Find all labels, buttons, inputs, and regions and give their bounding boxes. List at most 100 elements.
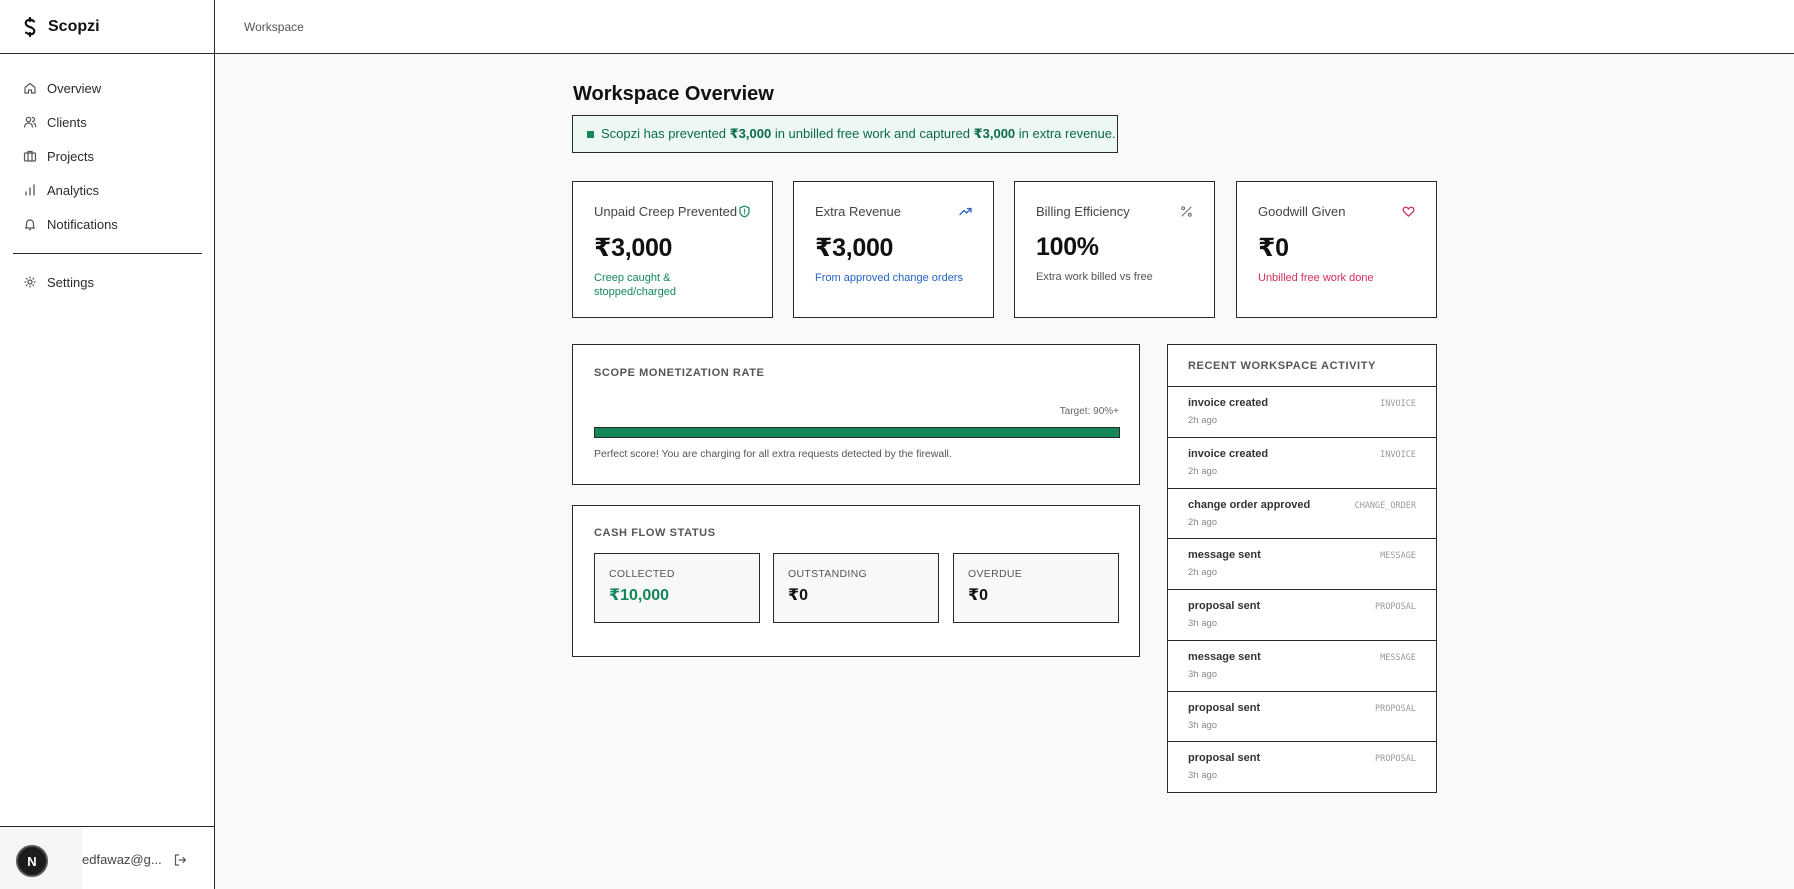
summary-banner: Scopzi has prevented ₹3,000 in unbilled … <box>572 115 1118 153</box>
brand-name: Scopzi <box>48 17 100 35</box>
list-item[interactable]: proposal sent 3h ago PROPOSAL <box>1168 742 1436 793</box>
activity-tag: PROPOSAL <box>1375 703 1416 714</box>
shield-icon <box>738 205 751 218</box>
activity-time: 3h ago <box>1188 770 1218 782</box>
list-item[interactable]: message sent 2h ago MESSAGE <box>1168 539 1436 590</box>
list-item[interactable]: invoice created 2h ago INVOICE <box>1168 387 1436 438</box>
cashflow-outstanding: OUTSTANDING ₹0 <box>773 553 939 623</box>
sidebar-item-label: Clients <box>47 114 87 130</box>
sidebar-item-label: Notifications <box>47 216 118 232</box>
stat-value: ₹3,000 <box>815 234 894 262</box>
sidebar-item-overview[interactable]: Overview <box>0 71 214 105</box>
activity-list: invoice created 2h ago INVOICE invoice c… <box>1168 387 1436 793</box>
logout-icon[interactable] <box>173 853 187 867</box>
rate-note: Perfect score! You are charging for all … <box>594 448 952 460</box>
monetization-progress-bar <box>594 427 1120 438</box>
stat-card-billing-efficiency: Billing Efficiency 100% Extra work bille… <box>1014 181 1215 318</box>
sidebar-nav: Overview Clients Projects Analytics Noti… <box>0 71 214 241</box>
stat-card-goodwill-given: Goodwill Given ₹0 Unbilled free work don… <box>1236 181 1437 318</box>
avatar[interactable]: N <box>16 845 48 877</box>
activity-tag: INVOICE <box>1380 449 1416 460</box>
cashflow-label: OVERDUE <box>968 568 1023 580</box>
activity-time: 2h ago <box>1188 516 1218 528</box>
stat-subtitle: Creep caught & stopped/charged <box>594 272 676 298</box>
stat-title: Goodwill Given <box>1258 204 1346 219</box>
cashflow-collected: COLLECTED ₹10,000 <box>594 553 760 623</box>
briefcase-icon <box>23 149 37 163</box>
stat-value: ₹0 <box>1258 234 1289 262</box>
activity-tag: MESSAGE <box>1380 551 1416 562</box>
activity-tag: INVOICE <box>1380 399 1416 409</box>
sidebar-item-clients[interactable]: Clients <box>0 105 214 139</box>
cashflow-value: ₹10,000 <box>609 587 670 604</box>
recent-activity-panel: RECENT WORKSPACE ACTIVITY invoice create… <box>1167 344 1437 793</box>
stat-title: Extra Revenue <box>815 204 901 219</box>
sidebar: Scopzi Overview Clients Projects Analyti… <box>0 0 215 889</box>
stat-card-extra-revenue: Extra Revenue ₹3,000 From approved chang… <box>793 181 994 318</box>
breadcrumb[interactable]: Workspace <box>244 20 304 34</box>
cashflow-label: COLLECTED <box>609 568 675 580</box>
sidebar-item-label: Analytics <box>47 182 100 198</box>
sidebar-item-analytics[interactable]: Analytics <box>0 173 214 207</box>
list-item[interactable]: message sent 3h ago MESSAGE <box>1168 641 1436 692</box>
stat-title: Billing Efficiency <box>1036 204 1130 219</box>
brand[interactable]: Scopzi <box>0 0 214 54</box>
banner-amount-prevented: ₹3,000 <box>729 126 772 141</box>
stat-value: 100% <box>1036 233 1099 261</box>
activity-tag: PROPOSAL <box>1375 602 1416 612</box>
list-item[interactable]: invoice created 2h ago INVOICE <box>1168 438 1436 489</box>
bar-chart-icon <box>23 183 37 197</box>
banner-indicator <box>587 130 594 138</box>
sidebar-item-notifications[interactable]: Notifications <box>0 207 214 241</box>
activity-time: 2h ago <box>1188 567 1218 579</box>
activity-time: 3h ago <box>1188 668 1218 680</box>
cashflow-label: OUTSTANDING <box>788 568 867 580</box>
activity-tag: PROPOSAL <box>1375 754 1416 765</box>
banner-text: Scopzi has prevented ₹3,000 in unbilled … <box>601 126 1116 141</box>
list-item[interactable]: proposal sent 3h ago PROPOSAL <box>1168 692 1436 743</box>
activity-tag: MESSAGE <box>1380 652 1416 663</box>
stat-value: ₹3,000 <box>594 234 673 262</box>
scopzi-logo-icon <box>22 16 38 37</box>
sidebar-settings-group: Settings <box>0 265 214 299</box>
cash-flow-panel: CASH FLOW STATUS COLLECTED ₹10,000 OUTST… <box>572 505 1140 657</box>
activity-tag: CHANGE_ORDER <box>1354 500 1416 511</box>
list-item[interactable]: proposal sent 3h ago PROPOSAL <box>1168 590 1436 641</box>
heart-icon <box>1402 205 1415 218</box>
bell-icon <box>23 217 37 231</box>
topbar: Workspace <box>215 0 1794 54</box>
activity-time: 2h ago <box>1188 415 1218 426</box>
home-icon <box>23 81 37 95</box>
page-title: Workspace Overview <box>573 83 774 105</box>
panel-title: SCOPE MONETIZATION RATE <box>594 367 765 379</box>
cashflow-value: ₹0 <box>788 587 809 604</box>
stat-subtitle: From approved change orders <box>815 272 963 284</box>
panel-title: CASH FLOW STATUS <box>594 527 716 539</box>
panel-title: RECENT WORKSPACE ACTIVITY <box>1168 345 1436 387</box>
user-email: edfawaz@g... <box>82 852 162 867</box>
rate-target: Target: 90%+ <box>1059 406 1119 417</box>
cashflow-overdue: OVERDUE ₹0 <box>953 553 1119 623</box>
activity-time: 3h ago <box>1188 719 1218 731</box>
gear-icon <box>23 275 37 289</box>
list-item[interactable]: change order approved 2h ago CHANGE_ORDE… <box>1168 489 1436 540</box>
sidebar-item-label: Projects <box>47 148 94 164</box>
activity-time: 3h ago <box>1188 618 1218 629</box>
stat-card-creep-prevented: Unpaid Creep Prevented ₹3,000 Creep caug… <box>572 181 773 318</box>
banner-amount-captured: ₹3,000 <box>973 126 1016 141</box>
activity-time: 2h ago <box>1188 465 1218 477</box>
scope-monetization-panel: SCOPE MONETIZATION RATE Target: 90%+ Per… <box>572 344 1140 485</box>
app: Scopzi Overview Clients Projects Analyti… <box>0 0 1794 889</box>
progress-fill <box>595 428 1119 437</box>
trending-up-icon <box>959 205 972 218</box>
sidebar-item-settings[interactable]: Settings <box>0 265 214 299</box>
users-icon <box>23 115 37 129</box>
user-footer: N edfawaz@g... <box>0 826 214 889</box>
sidebar-item-label: Overview <box>47 80 102 96</box>
stat-subtitle: Unbilled free work done <box>1258 272 1374 284</box>
sidebar-item-projects[interactable]: Projects <box>0 139 214 173</box>
percent-icon <box>1180 205 1193 218</box>
sidebar-divider <box>13 253 202 254</box>
sidebar-item-label: Settings <box>47 274 94 290</box>
stat-subtitle: Extra work billed vs free <box>1036 271 1153 283</box>
